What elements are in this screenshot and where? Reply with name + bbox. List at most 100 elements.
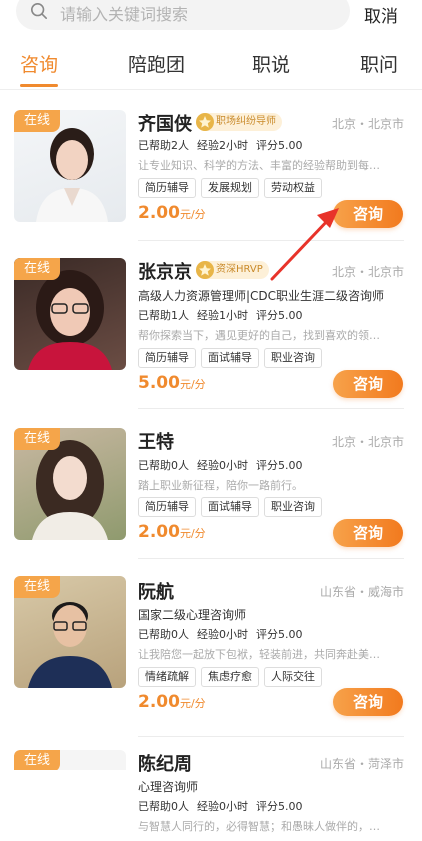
search-input[interactable]: 请输入关键词搜索 [16, 0, 350, 30]
rating: 评分5.00 [256, 309, 303, 322]
price-unit: 元/分 [179, 208, 206, 221]
price-unit: 元/分 [179, 527, 206, 540]
consultant-name: 齐国侠 [138, 114, 192, 135]
cancel-button[interactable]: 取消 [364, 2, 398, 27]
stats-row: 已帮助1人 经验1小时 评分5.00 [138, 307, 311, 323]
avatar: 在线 [14, 428, 126, 540]
search-bar: 请输入关键词搜索 取消 [0, 0, 422, 36]
online-badge: 在线 [14, 576, 60, 598]
rating: 评分5.00 [256, 800, 303, 813]
description: 让我陪您一起放下包袱，轻装前进，共同奔赴美… [138, 648, 380, 661]
experience: 经验0小时 [197, 628, 248, 641]
location: 北京・北京市 [331, 265, 404, 279]
price: 2.00元/分 [138, 692, 206, 712]
helped-count: 已帮助0人 [138, 628, 189, 641]
description: 踏上职业新征程，陪你一路前行。 [138, 479, 303, 492]
tag-list: 情绪疏解 焦虑疗愈 人际交往 [138, 665, 327, 687]
divider [138, 736, 404, 737]
stats-row: 已帮助0人 经验0小时 评分5.00 [138, 457, 311, 473]
tag-chip: 简历辅导 [138, 497, 196, 517]
avatar: 在线 [14, 110, 126, 222]
tag-chip: 情绪疏解 [138, 667, 196, 687]
location: 山东省・威海市 [319, 585, 404, 599]
qualification: 国家二级心理咨询师 [138, 608, 247, 622]
tag-list: 简历辅导 发展规划 劳动权益 [138, 176, 327, 198]
divider [138, 240, 404, 241]
qualification: 心理咨询师 [138, 780, 199, 794]
price: 2.00元/分 [138, 522, 206, 542]
qualification: 高级人力资源管理师|CDC职业生涯二级咨询师 [138, 289, 385, 303]
price-value: 2.00 [138, 203, 180, 223]
category-tabs: 咨询 陪跑团 职说 职问 [0, 44, 422, 90]
price-unit: 元/分 [179, 697, 206, 710]
stats-row: 已帮助2人 经验2小时 评分5.00 [138, 137, 311, 153]
tag-chip: 简历辅导 [138, 178, 196, 198]
avatar: 在线 [14, 750, 126, 770]
tab-career-qa[interactable]: 职问 [360, 50, 398, 77]
tag-chip: 劳动权益 [264, 178, 322, 198]
location: 山东省・菏泽市 [319, 757, 404, 771]
tag-list: 简历辅导 面试辅导 职业咨询 [138, 495, 327, 517]
consult-button[interactable]: 咨询 [333, 519, 403, 547]
tag-chip: 职业咨询 [264, 497, 322, 517]
experience: 经验0小时 [197, 800, 248, 813]
consultant-name: 张京京 [138, 262, 192, 283]
helped-count: 已帮助0人 [138, 800, 189, 813]
online-badge: 在线 [14, 428, 60, 450]
helped-count: 已帮助1人 [138, 309, 189, 322]
tag-list: 简历辅导 面试辅导 职业咨询 [138, 346, 327, 368]
medal-icon [196, 261, 214, 279]
tag-chip: 发展规划 [201, 178, 259, 198]
price-unit: 元/分 [179, 378, 206, 391]
search-icon [30, 2, 48, 20]
price: 2.00元/分 [138, 203, 206, 223]
price: 5.00元/分 [138, 373, 206, 393]
tag-chip: 人际交往 [264, 667, 322, 687]
avatar: 在线 [14, 258, 126, 370]
experience: 经验0小时 [197, 459, 248, 472]
consult-button[interactable]: 咨询 [333, 688, 403, 716]
tag-chip: 面试辅导 [201, 497, 259, 517]
rating: 评分5.00 [256, 459, 303, 472]
search-placeholder: 请输入关键词搜索 [60, 5, 189, 24]
avatar: 在线 [14, 576, 126, 688]
tag-chip: 简历辅导 [138, 348, 196, 368]
title-badge-label: 资深HRVP [216, 264, 263, 275]
divider [138, 558, 404, 559]
online-badge: 在线 [14, 750, 60, 770]
tag-chip: 职业咨询 [264, 348, 322, 368]
online-badge: 在线 [14, 258, 60, 280]
rating: 评分5.00 [256, 628, 303, 641]
consultant-name: 陈纪周 [138, 754, 192, 775]
price-value: 2.00 [138, 692, 180, 712]
description: 帮你探索当下，遇见更好的自己，找到喜欢的领… [138, 329, 380, 342]
tab-career-talk[interactable]: 职说 [252, 50, 290, 77]
stats-row: 已帮助0人 经验0小时 评分5.00 [138, 626, 311, 642]
stats-row: 已帮助0人 经验0小时 评分5.00 [138, 798, 311, 814]
location: 北京・北京市 [331, 435, 404, 449]
helped-count: 已帮助0人 [138, 459, 189, 472]
consult-button[interactable]: 咨询 [333, 200, 403, 228]
helped-count: 已帮助2人 [138, 139, 189, 152]
rating: 评分5.00 [256, 139, 303, 152]
experience: 经验2小时 [197, 139, 248, 152]
title-badge-label: 职场纠纷导师 [216, 116, 276, 127]
description: 与智慧人同行的，必得智慧；和愚昧人做伴的，… [138, 820, 380, 833]
consultant-name: 阮航 [138, 582, 174, 603]
divider [138, 408, 404, 409]
location: 北京・北京市 [331, 117, 404, 131]
consult-button[interactable]: 咨询 [333, 370, 403, 398]
active-tab-indicator [20, 84, 58, 87]
tag-chip: 面试辅导 [201, 348, 259, 368]
price-value: 2.00 [138, 522, 180, 542]
price-value: 5.00 [138, 373, 180, 393]
title-badge: 资深HRVP [196, 261, 269, 279]
title-badge: 职场纠纷导师 [196, 113, 282, 131]
medal-icon [196, 113, 214, 131]
consultant-name: 王特 [138, 432, 174, 453]
description: 让专业知识、科学的方法、丰富的经验帮助到每… [138, 159, 380, 172]
tab-consult[interactable]: 咨询 [20, 50, 58, 77]
online-badge: 在线 [14, 110, 60, 132]
experience: 经验1小时 [197, 309, 248, 322]
tab-accompany-team[interactable]: 陪跑团 [128, 50, 185, 77]
